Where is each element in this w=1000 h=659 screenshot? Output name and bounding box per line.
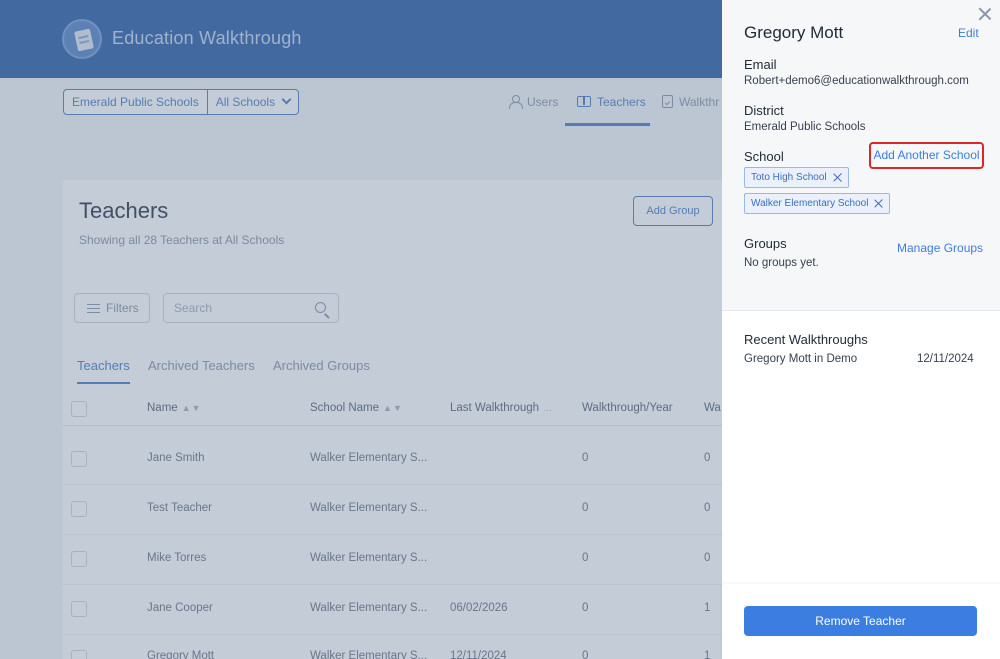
teacher-detail-panel	[722, 0, 1000, 659]
recent-walkthrough-item[interactable]: Gregory Mott in Demo	[744, 353, 857, 365]
remove-teacher-button[interactable]: Remove Teacher	[744, 606, 977, 636]
school-chip: Toto High School	[744, 167, 849, 188]
school-chip-label: Toto High School	[751, 172, 827, 183]
district-label: District	[744, 103, 784, 118]
email-value: Robert+demo6@educationwalkthrough.com	[744, 75, 969, 87]
modal-backdrop[interactable]	[0, 0, 722, 659]
teacher-name: Gregory Mott	[744, 23, 844, 42]
edit-link[interactable]: Edit	[958, 26, 979, 40]
district-value: Emerald Public Schools	[744, 121, 866, 133]
remove-school-icon[interactable]	[833, 173, 842, 182]
email-label: Email	[744, 57, 777, 72]
recent-walkthroughs-title: Recent Walkthroughs	[744, 332, 868, 347]
remove-school-icon[interactable]	[874, 199, 883, 208]
groups-label: Groups	[744, 236, 787, 251]
school-chip: Walker Elementary School	[744, 193, 891, 214]
school-chip-label: Walker Elementary School	[751, 198, 869, 209]
add-another-school-button[interactable]: Add Another School	[869, 142, 984, 169]
school-label: School	[744, 149, 784, 164]
manage-groups-link[interactable]: Manage Groups	[897, 241, 983, 255]
recent-walkthrough-date: 12/11/2024	[917, 353, 974, 365]
groups-empty-text: No groups yet.	[744, 257, 819, 269]
close-icon[interactable]	[978, 7, 992, 21]
